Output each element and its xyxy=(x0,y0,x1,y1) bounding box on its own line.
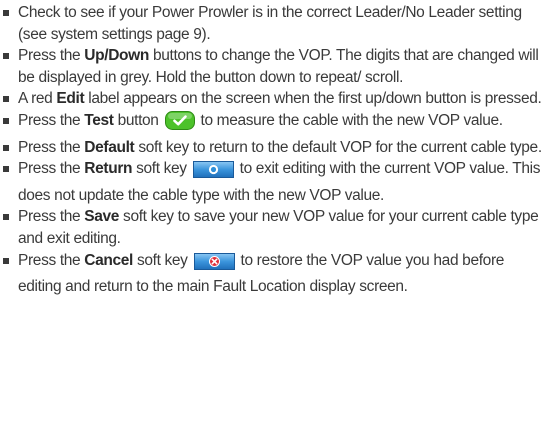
instruction-text: button xyxy=(113,111,163,129)
key-name-label: Edit xyxy=(56,90,85,108)
instruction-item: Check to see if your Power Prowler is in… xyxy=(2,2,549,45)
instruction-text: Press the xyxy=(18,47,85,65)
instruction-text: A red xyxy=(18,90,57,108)
key-name-label: Up/Down xyxy=(84,47,149,65)
instruction-text: Check to see if your Power Prowler is in… xyxy=(18,4,522,43)
instruction-text: Press the xyxy=(18,160,85,178)
instruction-item: Press the Test button to measure the cab… xyxy=(2,110,549,137)
instruction-text: Press the xyxy=(18,138,85,156)
instruction-text: soft key xyxy=(133,251,192,269)
return-softkey-icon xyxy=(192,161,234,185)
instruction-text: Press the xyxy=(18,111,85,129)
instruction-item: Press the Cancel soft key to restore the… xyxy=(2,250,549,298)
instruction-text: to measure the cable with the new VOP va… xyxy=(196,111,503,129)
test-checkmark-icon xyxy=(164,110,195,137)
key-name-label: Save xyxy=(84,208,120,226)
instruction-text: soft key to return to the default VOP fo… xyxy=(134,138,542,156)
instruction-text: Press the xyxy=(18,251,85,269)
instruction-item: Press the Return soft key to exit editin… xyxy=(2,158,549,206)
instruction-text: soft key xyxy=(132,160,191,178)
key-name-label: Cancel xyxy=(84,251,134,269)
instruction-item: Press the Default soft key to return to … xyxy=(2,137,549,159)
instruction-item: A red Edit label appears on the screen w… xyxy=(2,88,549,110)
instruction-list: Check to see if your Power Prowler is in… xyxy=(2,2,549,298)
key-name-label: Test xyxy=(84,111,114,129)
key-name-label: Return xyxy=(84,160,133,178)
key-name-label: Default xyxy=(84,138,135,156)
instruction-item: Press the Up/Down buttons to change the … xyxy=(2,45,549,88)
instruction-item: Press the Save soft key to save your new… xyxy=(2,206,549,249)
cancel-softkey-icon xyxy=(193,252,235,277)
instruction-text: label appears on the screen when the fir… xyxy=(84,90,542,108)
instruction-text: Press the xyxy=(18,208,85,226)
instruction-page: Check to see if your Power Prowler is in… xyxy=(0,0,555,438)
